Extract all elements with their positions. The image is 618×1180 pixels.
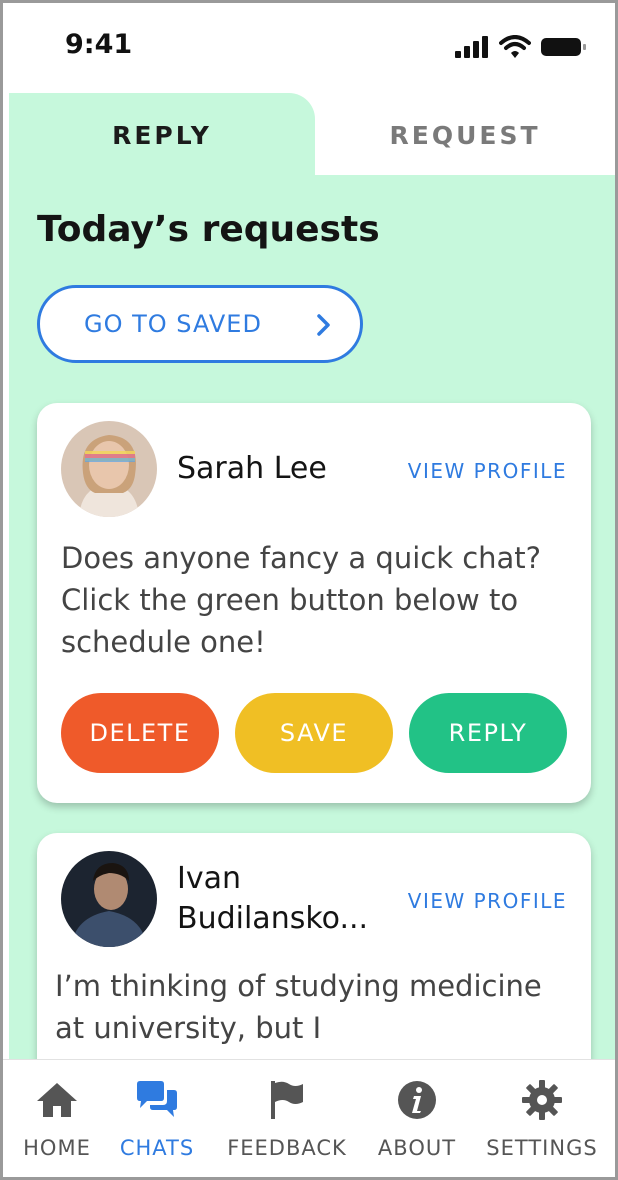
delete-button[interactable]: DELETE [61,693,219,773]
status-time: 9:41 [65,29,133,60]
requests-panel: Today’s requests GO TO SAVED Sarah Lee V… [9,175,615,1063]
tab-bar: REPLY REQUEST [9,93,615,177]
home-icon [37,1083,77,1117]
request-message: Does anyone fancy a quick chat? Click th… [61,541,542,659]
nav-chats[interactable]: CHATS [107,1060,207,1177]
nav-feedback[interactable]: FEEDBACK [217,1060,357,1177]
nav-home-label: HOME [23,1136,91,1160]
chevron-right-icon [317,314,330,336]
flag-icon [271,1081,303,1119]
nav-chats-label: CHATS [119,1136,195,1160]
tab-request[interactable]: REQUEST [315,93,615,177]
wifi-icon [499,35,531,58]
save-button[interactable]: SAVE [235,693,393,773]
info-icon [398,1081,436,1119]
requester-name-last: Budilansko... [177,901,369,936]
request-actions: DELETE SAVE REPLY [61,693,567,773]
reply-button[interactable]: REPLY [409,693,567,773]
page-title: Today’s requests [37,209,380,250]
go-to-saved-button[interactable]: GO TO SAVED [37,285,363,363]
request-message: I’m thinking of studying medicine at uni… [55,969,542,1045]
nav-about[interactable]: ABOUT [367,1060,467,1177]
request-card: Sarah Lee VIEW PROFILE Does anyone fancy… [37,403,591,803]
status-bar: 9:41 [3,3,615,93]
cellular-signal-icon [455,36,488,58]
nav-settings-label: SETTINGS [486,1136,598,1160]
battery-icon [541,38,586,56]
status-icons [455,35,587,59]
gear-icon [522,1080,562,1120]
requester-name-first: Ivan [177,861,241,896]
nav-settings[interactable]: SETTINGS [477,1060,607,1177]
bottom-nav: HOME CHATS FEEDBACK ABOUT SETTINGS [3,1059,615,1177]
avatar[interactable] [61,421,157,517]
avatar[interactable] [61,851,157,947]
view-profile-link[interactable]: VIEW PROFILE [408,459,567,483]
go-to-saved-label: GO TO SAVED [84,310,262,338]
request-card: Ivan Budilansko... VIEW PROFILE I’m thin… [37,833,591,1063]
nav-feedback-label: FEEDBACK [227,1136,347,1160]
phone-screen: 9:41 REPLY REQUEST Today’s requests GO T… [0,0,618,1180]
chats-icon [137,1081,177,1117]
tab-reply[interactable]: REPLY [9,93,315,177]
nav-home[interactable]: HOME [7,1060,107,1177]
view-profile-link[interactable]: VIEW PROFILE [408,889,567,913]
nav-about-label: ABOUT [377,1136,457,1160]
requester-name: Sarah Lee [177,451,327,486]
